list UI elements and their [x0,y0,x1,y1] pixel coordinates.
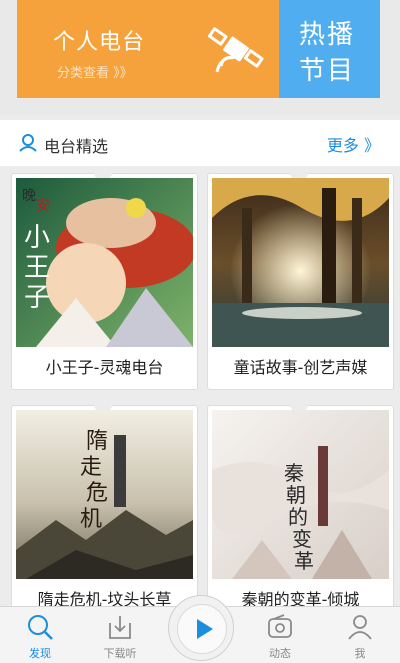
search-icon [28,615,53,640]
cover-text-4: 机 [80,507,102,532]
cover-text-3: 危 [86,481,108,506]
personal-radio-title: 个人电台 [53,30,146,55]
tab-me-label: 我 [354,647,366,660]
card-cover [212,178,389,347]
radio-activity-icon [268,614,292,638]
cover-text-2: 安 [36,198,50,214]
tab-downloads[interactable]: 下载听 [80,607,160,663]
radio-card[interactable]: 晚 安 小 王 子 小王子-灵魂电台 [11,173,198,390]
top-banner: 个人电台 分类查看 》》 热播 节目 [0,0,400,115]
cover-text-1: 秦 [284,461,304,485]
personal-radio-tile[interactable]: 个人电台 分类查看 》》 [17,0,279,98]
cover-text-1: 晚 [22,188,36,204]
card-cover: 隋 走 危 机 [16,410,193,579]
radio-select-icon [19,134,37,152]
tab-activity[interactable]: 动态 [240,607,320,663]
featured-radio-header: 电台精选 更多 》 [0,120,400,166]
tab-me[interactable]: 我 [320,607,400,663]
cover-text-2: 朝 [286,483,306,507]
hot-programs-tile[interactable]: 热播 节目 [279,0,380,98]
download-icon [109,616,131,639]
cover-text-1: 隋 [86,429,108,454]
tab-discover-label: 发现 [29,647,51,660]
card-caption: 小王子-灵魂电台 [45,358,164,377]
hot-programs-label-1: 热播 [299,20,356,50]
hot-programs-label-2: 节目 [299,56,356,86]
user-icon [348,615,372,640]
radio-card[interactable]: 隋 走 危 机 隋走危机-坟头长草 [11,405,198,622]
play-button-inner [177,604,227,654]
cover-text-3: 小 [24,223,50,253]
card-cover: 晚 安 小 王 子 [16,178,193,347]
play-icon [197,619,213,639]
card-cover: 秦 朝 的 变 革 [212,410,389,579]
cover-text-5: 子 [24,283,50,313]
radio-card[interactable]: 秦 朝 的 变 革 秦朝的变革-倾城 [207,405,394,622]
play-button[interactable] [168,595,234,661]
bottom-tab-bar: 发现 下载听 动态 我 [0,595,400,663]
cover-text-2: 走 [80,455,102,480]
cover-text-3: 的 [288,505,308,529]
card-caption: 童话故事-创艺声媒 [233,358,368,377]
cover-text-4: 变 [292,527,312,551]
tab-discover[interactable]: 发现 [0,607,80,663]
more-link[interactable]: 更多 》 [327,132,380,156]
radio-card[interactable]: 童话故事-创艺声媒 [207,173,394,390]
cover-text-5: 革 [294,549,314,573]
section-title: 电台精选 [44,137,109,156]
category-browse-link: 分类查看 》》 [57,66,133,81]
satellite-icon [207,27,264,73]
cover-text-4: 王 [24,253,50,283]
tab-downloads-label: 下载听 [103,647,137,660]
tab-activity-label: 动态 [269,647,291,660]
